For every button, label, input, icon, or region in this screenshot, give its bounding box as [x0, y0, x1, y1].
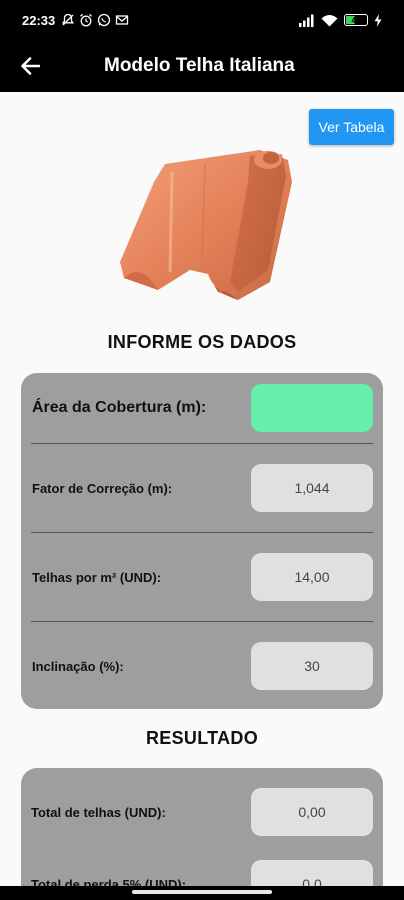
area-label: Área da Cobertura (m): [32, 399, 207, 416]
app-bar: Modelo Telha Italiana [0, 40, 404, 92]
fator-label: Fator de Correção (m): [32, 480, 173, 496]
fator-row: Fator de Correção (m): [31, 444, 373, 532]
fator-input[interactable] [251, 464, 373, 512]
mail-icon [116, 15, 129, 25]
charging-icon [374, 13, 382, 27]
alarm-icon [80, 13, 93, 27]
whatsapp-icon [98, 13, 111, 27]
telhas-row: Telhas por m² (UND): [31, 533, 373, 621]
status-system-icons: 40 [299, 13, 382, 27]
mute-bell-icon [62, 13, 75, 26]
battery-icon: 40 [344, 14, 368, 26]
inclinacao-label: Inclinação (%): [32, 658, 124, 674]
result-card: Total de telhas (UND): 0,00 Total de per… [21, 768, 383, 886]
area-row: Área da Cobertura (m): [31, 373, 373, 443]
total-perda-row: Total de perda 5% (UND): 0,0 [31, 840, 373, 886]
back-button[interactable] [0, 40, 60, 92]
arrow-back-icon [21, 57, 40, 75]
status-notification-icons [61, 13, 129, 27]
status-time: 22:33 [22, 12, 56, 28]
informe-section-title: INFORME OS DADOS [107, 332, 297, 352]
inclinacao-row: Inclinação (%): [31, 622, 373, 710]
wifi-icon [321, 14, 338, 26]
roof-tile-image [120, 150, 292, 300]
area-input[interactable] [251, 384, 373, 432]
telhas-label: Telhas por m² (UND): [32, 569, 162, 585]
main-content[interactable]: Ver Tabela INFORME OS DADOS Área da Cobe… [0, 92, 404, 886]
total-telhas-label: Total de telhas (UND): [31, 804, 166, 820]
ver-tabela-button[interactable]: Ver Tabela [309, 109, 394, 145]
inclinacao-input[interactable] [251, 642, 373, 690]
home-gesture-handle[interactable] [132, 890, 272, 894]
telhas-input[interactable] [251, 553, 373, 601]
total-perda-label: Total de perda 5% (UND): [31, 876, 187, 887]
page-title: Modelo Telha Italiana [104, 55, 295, 76]
system-nav-bar [0, 886, 404, 900]
input-card: Área da Cobertura (m): Fator de Correção… [21, 373, 383, 709]
total-perda-value: 0,0 [251, 860, 373, 886]
status-bar: 22:33 40 [0, 0, 404, 40]
resultado-section-title: RESULTADO [145, 728, 259, 748]
battery-level: 40 [351, 15, 361, 25]
total-telhas-value: 0,00 [251, 788, 373, 836]
signal-icon [299, 14, 314, 27]
